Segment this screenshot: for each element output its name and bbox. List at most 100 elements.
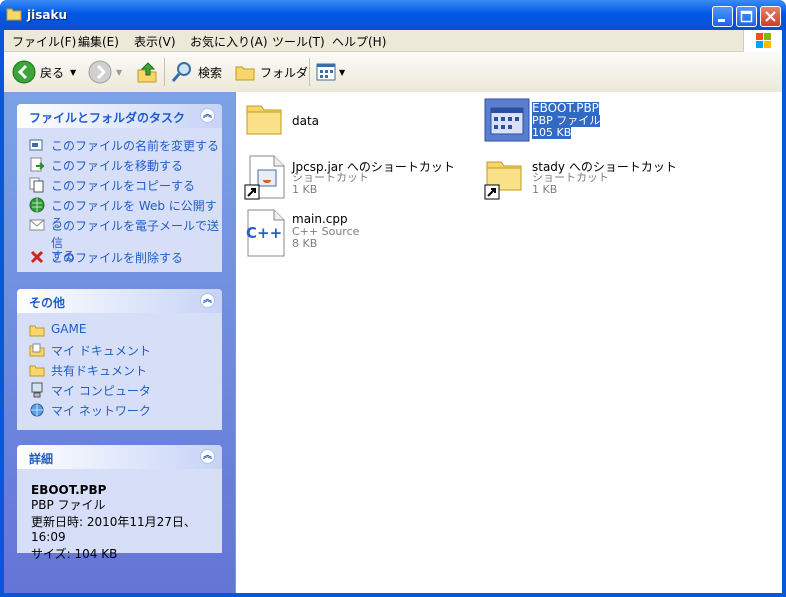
delete-icon	[30, 250, 44, 264]
search-label: 検索	[198, 65, 223, 80]
task-delete[interactable]: このファイルを削除する	[29, 249, 183, 266]
place-shared-documents[interactable]: 共有ドキュメント	[29, 362, 147, 379]
file-size: 1 KB	[532, 183, 558, 196]
java-shortcut-icon	[244, 155, 285, 200]
collapse-icon[interactable]: ︽	[200, 293, 215, 308]
search-button[interactable]: 検索	[170, 60, 222, 84]
place-my-computer[interactable]: マイ コンピュータ	[29, 382, 151, 399]
details-size: サイズ: 104 KB	[31, 547, 118, 561]
windows-flag-icon	[756, 33, 771, 48]
title-bar[interactable]: jisaku	[0, 0, 786, 30]
file-name: main.cpp	[292, 212, 348, 226]
details-filename: EBOOT.PBP	[31, 483, 107, 497]
task-move[interactable]: このファイルを移動する	[29, 157, 183, 174]
details-title: 詳細	[29, 452, 54, 466]
folders-button[interactable]: フォルダ	[234, 60, 308, 84]
back-arrow-icon	[12, 60, 36, 84]
menu-view[interactable]: 表示(V)	[134, 33, 176, 50]
file-size: 8 KB	[292, 237, 318, 250]
up-folder-icon	[137, 62, 157, 83]
toolbar: 戻る ▼ ▼ 検索 フォルダ ▼	[4, 52, 782, 93]
file-tasks-panel: ファイルとフォルダのタスク ︽ このファイルの名前を変更する このファイルを移動…	[17, 104, 222, 272]
menu-file[interactable]: ファイル(F)	[12, 33, 76, 50]
pbp-file-icon	[484, 98, 530, 142]
folder-icon	[29, 325, 45, 337]
file-size: 1 KB	[292, 183, 318, 196]
folder-icon	[6, 8, 22, 21]
back-button[interactable]: 戻る ▼	[12, 60, 76, 84]
task-delete-label: このファイルを削除する	[51, 251, 184, 265]
my-documents-icon	[29, 343, 45, 357]
menu-bar: ファイル(F) 編集(E) 表示(V) お気に入り(A) ツール(T) ヘルプ(…	[4, 30, 782, 52]
back-dropdown-icon[interactable]: ▼	[70, 68, 76, 77]
place-game[interactable]: GAME	[29, 322, 86, 338]
other-places-header[interactable]: その他 ︽	[17, 289, 222, 313]
views-dropdown-icon[interactable]: ▼	[339, 68, 345, 77]
file-list: data EBOOT.PBP PBP ファイル 105 KB Jpcsp.jar…	[235, 92, 782, 593]
cpp-icon-text: C++	[246, 224, 283, 242]
file-name: data	[292, 114, 320, 128]
explorer-window: jisaku ファイル(F) 編集(E) 表示(V) お気に入り(A) ツール(…	[0, 0, 786, 597]
collapse-icon[interactable]: ︽	[200, 108, 215, 123]
task-copy-label: このファイルをコピーする	[51, 179, 196, 193]
views-button[interactable]: ▼	[315, 60, 345, 84]
task-rename-label: このファイルの名前を変更する	[51, 139, 220, 153]
minimize-button[interactable]	[712, 6, 733, 27]
menu-favorites[interactable]: お気に入り(A)	[190, 33, 268, 50]
window-client: ファイル(F) 編集(E) 表示(V) お気に入り(A) ツール(T) ヘルプ(…	[4, 30, 782, 593]
rename-icon	[29, 139, 43, 151]
place-my-network[interactable]: マイ ネットワーク	[29, 402, 151, 419]
folder-icon	[246, 105, 282, 135]
task-move-label: このファイルを移動する	[51, 159, 184, 173]
details-body: EBOOT.PBP PBP ファイル 更新日時: 2010年11月27日、16:…	[31, 483, 222, 562]
details-header[interactable]: 詳細 ︽	[17, 445, 222, 469]
explorer-content: ファイルとフォルダのタスク ︽ このファイルの名前を変更する このファイルを移動…	[4, 92, 782, 593]
menu-help[interactable]: ヘルプ(H)	[332, 33, 386, 50]
details-filetype: PBP ファイル	[31, 498, 106, 512]
menu-tools[interactable]: ツール(T)	[272, 33, 325, 50]
toolbar-separator	[309, 58, 310, 86]
forward-dropdown-icon[interactable]: ▼	[116, 68, 122, 77]
my-computer-icon	[31, 382, 43, 398]
task-email-label: このファイルを電子メールで送信	[51, 219, 220, 250]
maximize-button[interactable]	[736, 6, 757, 27]
file-tasks-header[interactable]: ファイルとフォルダのタスク ︽	[17, 104, 222, 128]
place-my-network-label: マイ ネットワーク	[51, 404, 151, 418]
forward-button[interactable]: ▼	[88, 60, 122, 84]
window-title: jisaku	[27, 8, 67, 22]
copy-icon	[29, 177, 44, 193]
folder-shortcut-icon	[484, 161, 522, 200]
search-icon	[171, 62, 191, 82]
folders-icon	[235, 66, 255, 81]
windows-logo	[743, 30, 782, 52]
place-my-computer-label: マイ コンピュータ	[51, 384, 151, 398]
file-tasks-title: ファイルとフォルダのタスク	[29, 111, 186, 125]
task-rename[interactable]: このファイルの名前を変更する	[29, 137, 219, 154]
my-network-icon	[30, 403, 44, 417]
toolbar-separator	[164, 58, 165, 86]
task-copy[interactable]: このファイルをコピーする	[29, 177, 195, 194]
other-places-title: その他	[29, 296, 66, 310]
details-panel: 詳細 ︽ EBOOT.PBP PBP ファイル 更新日時: 2010年11月27…	[17, 445, 222, 561]
move-icon	[30, 157, 45, 172]
details-modified: 更新日時: 2010年11月27日、16:09	[31, 515, 196, 544]
views-icon	[316, 63, 336, 81]
maximize-icon	[740, 10, 753, 23]
web-publish-icon	[29, 197, 45, 213]
place-game-label: GAME	[51, 322, 87, 336]
folders-label: フォルダ	[260, 65, 309, 80]
close-icon	[765, 11, 776, 22]
shared-folder-icon	[29, 365, 45, 377]
place-my-documents[interactable]: マイ ドキュメント	[29, 342, 151, 359]
file-size: 105 KB	[532, 126, 572, 139]
up-folder-button[interactable]	[136, 60, 158, 84]
task-pane: ファイルとフォルダのタスク ︽ このファイルの名前を変更する このファイルを移動…	[4, 92, 235, 593]
back-label: 戻る	[40, 65, 65, 80]
collapse-icon[interactable]: ︽	[200, 449, 215, 464]
email-icon	[29, 219, 45, 231]
menu-edit[interactable]: 編集(E)	[78, 33, 119, 50]
minimize-icon	[718, 19, 725, 22]
close-button[interactable]	[760, 6, 781, 27]
other-places-panel: その他 ︽ GAME マイ ドキュメント 共有ドキュメント マイ コンピュータ …	[17, 289, 222, 430]
forward-arrow-icon	[88, 60, 112, 84]
